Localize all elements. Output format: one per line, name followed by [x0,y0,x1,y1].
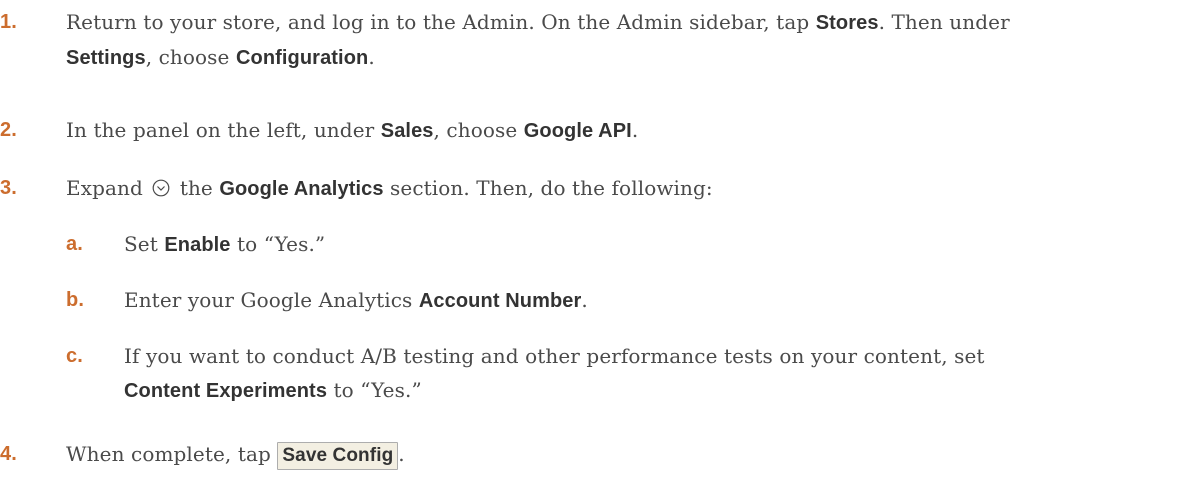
ui-label-content-experiments: Content Experiments [124,380,328,402]
step-text: In the panel on the left, under Sales, c… [66,118,639,142]
ui-label-settings: Settings [66,47,146,69]
ui-label-enable: Enable [164,234,231,256]
ui-label-google-analytics: Google Analytics [219,178,384,200]
substep-text: Set Enable to “Yes.” [124,232,326,256]
ui-label-google-api: Google API [523,120,632,142]
substep-letter: c. [66,345,83,367]
ui-label-account-number: Account Number [418,290,582,312]
ui-label-sales: Sales [380,120,434,142]
substep-text: Enter your Google Analytics Account Numb… [124,288,588,312]
step-number: 4. [0,443,17,465]
step-number: 2. [0,119,17,141]
chevron-circle-down-icon [152,173,170,197]
ui-label-configuration: Configuration [235,47,369,69]
step-text: Expand the Google Analytics section. The… [66,171,1196,206]
substep-text: If you want to conduct A/B testing and o… [124,344,985,402]
substep-letter: a. [66,233,83,255]
substep-letter: b. [66,289,84,311]
step-number: 1. [0,11,17,33]
save-config-button-image: Save Config [277,442,399,470]
ui-label-stores: Stores [815,12,879,34]
step-text: Return to your store, and log in to the … [66,10,1010,69]
step-number: 3. [0,177,17,199]
step-text: When complete, tap Save Config. [66,437,1196,471]
